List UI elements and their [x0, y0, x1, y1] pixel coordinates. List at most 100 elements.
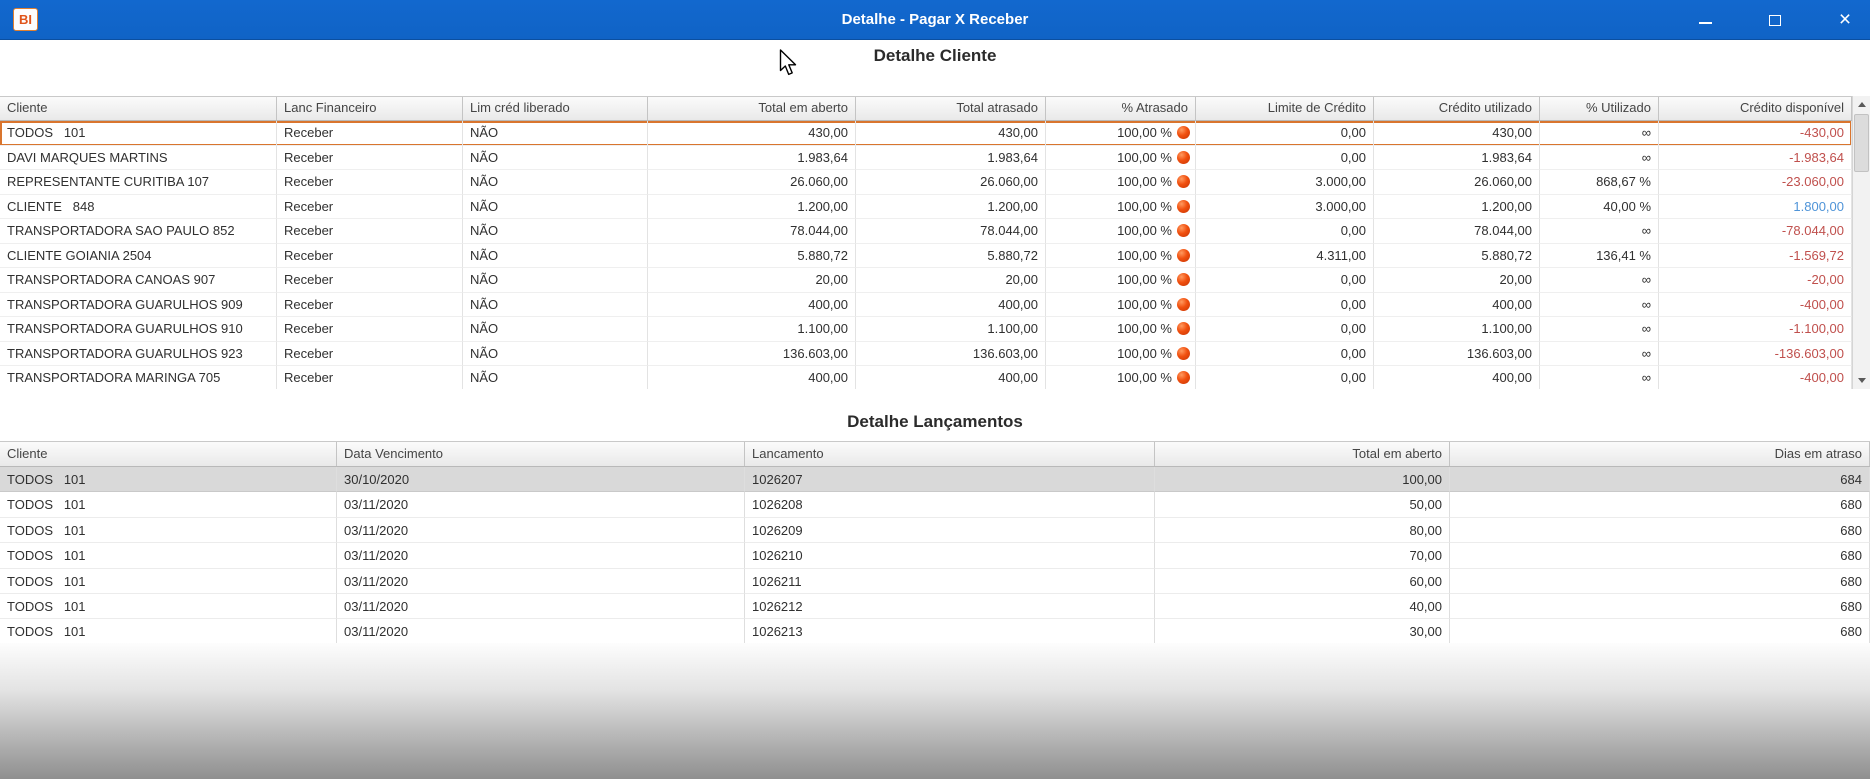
cliente-row[interactable]: TODOS 101 Receber NÃO 430,00 430,00 100,00 % 0… — [0, 121, 1852, 146]
column-header-lim-cred-liberado[interactable]: Lim créd liberado — [463, 97, 648, 120]
column-header-total-em-aberto[interactable]: Total em aberto — [1155, 442, 1450, 466]
cell-total-atrasado: 430,00 — [856, 121, 1046, 146]
cliente-row[interactable]: TRANSPORTADORA CANOAS 907 Receber NÃO 20,00… — [0, 268, 1852, 293]
column-header-pct-atrasado[interactable]: % Atrasado — [1046, 97, 1196, 120]
column-header-total-em-aberto[interactable]: Total em aberto — [648, 97, 856, 120]
cliente-row[interactable]: TRANSPORTADORA GUARULHOS 923 Receber NÃO 13… — [0, 341, 1852, 366]
cell-credito-disponivel: -400,00 — [1659, 292, 1852, 317]
cell-credito-utilizado: 1.983,64 — [1374, 145, 1540, 170]
cell-data-vencimento: 03/11/2020 — [337, 517, 745, 544]
cliente-row[interactable]: TRANSPORTADORA MARINGA 705 Receber NÃO 400,… — [0, 366, 1852, 389]
cell-cliente: TODOS 101 — [0, 619, 337, 645]
cell-pct-atrasado: 100,00 % — [1046, 366, 1196, 389]
cell-credito-utilizado: 78.044,00 — [1374, 219, 1540, 244]
column-header-credito-disponivel[interactable]: Crédito disponível — [1659, 97, 1852, 120]
cell-total-atrasado: 26.060,00 — [856, 170, 1046, 195]
scrollbar-thumb[interactable] — [1854, 114, 1869, 172]
atrasado-alert-icon — [1177, 322, 1190, 335]
cell-limite-credito: 0,00 — [1196, 366, 1374, 389]
cell-data-vencimento: 03/11/2020 — [337, 543, 745, 569]
cell-lim-cred-liberado: NÃO — [463, 145, 648, 170]
cell-lancamento: 1026213 — [745, 619, 1155, 645]
cell-lanc-financeiro: Receber — [277, 170, 463, 195]
cell-pct-utilizado: 868,67 % — [1540, 170, 1659, 195]
lancamento-row[interactable]: TODOS 101 03/11/2020 1026209 80,00 680 — [0, 517, 1870, 544]
cell-pct-utilizado: ∞ — [1540, 292, 1659, 317]
column-header-lancamento[interactable]: Lancamento — [745, 442, 1155, 466]
cell-pct-utilizado: 40,00 % — [1540, 194, 1659, 219]
scroll-down-button[interactable] — [1853, 372, 1870, 389]
close-button[interactable]: × — [1828, 0, 1862, 40]
cliente-table-header: Cliente Lanc Financeiro Lim créd liberado T… — [0, 96, 1852, 121]
lancamentos-table-header: Cliente Data Vencimento Lancamento Total em… — [0, 441, 1870, 467]
cell-credito-utilizado: 26.060,00 — [1374, 170, 1540, 195]
cell-limite-credito: 0,00 — [1196, 268, 1374, 293]
cell-lanc-financeiro: Receber — [277, 121, 463, 146]
cell-credito-disponivel: -430,00 — [1659, 121, 1852, 146]
cell-lim-cred-liberado: NÃO — [463, 170, 648, 195]
cell-pct-atrasado: 100,00 % — [1046, 268, 1196, 293]
scroll-up-button[interactable] — [1853, 96, 1870, 113]
cliente-section-title: Detalhe Cliente — [873, 46, 997, 65]
column-header-limite-credito[interactable]: Limite de Crédito — [1196, 97, 1374, 120]
column-header-cliente[interactable]: Cliente — [0, 97, 277, 120]
cell-lim-cred-liberado: NÃO — [463, 292, 648, 317]
cell-credito-utilizado: 430,00 — [1374, 121, 1540, 146]
cell-dias-em-atraso: 680 — [1450, 517, 1870, 544]
cell-lanc-financeiro: Receber — [277, 145, 463, 170]
cliente-row[interactable]: DAVI MARQUES MARTINS Receber NÃO 1.983,64 1.… — [0, 145, 1852, 170]
cell-total-atrasado: 5.880,72 — [856, 243, 1046, 268]
atrasado-alert-icon — [1177, 371, 1190, 384]
cell-total-em-aberto: 78.044,00 — [648, 219, 856, 244]
cell-lanc-financeiro: Receber — [277, 194, 463, 219]
atrasado-alert-icon — [1177, 199, 1190, 213]
cell-credito-disponivel: -1.100,00 — [1659, 317, 1852, 342]
cell-total-atrasado: 78.044,00 — [856, 219, 1046, 244]
cliente-row[interactable]: CLIENTE 848 Receber NÃO 1.200,00 1.200,00 100… — [0, 194, 1852, 219]
cliente-row[interactable]: REPRESENTANTE CURITIBA 107 Receber NÃO 26.0… — [0, 170, 1852, 195]
cliente-row[interactable]: TRANSPORTADORA GUARULHOS 909 Receber NÃO 40… — [0, 292, 1852, 317]
cliente-row[interactable]: TRANSPORTADORA SAO PAULO 852 Receber NÃO 78… — [0, 219, 1852, 244]
cell-total-em-aberto: 30,00 — [1155, 619, 1450, 645]
cell-lancamento: 1026212 — [745, 593, 1155, 620]
atrasado-alert-icon — [1177, 297, 1190, 311]
column-header-total-atrasado[interactable]: Total atrasado — [856, 97, 1046, 120]
lancamento-row[interactable]: TODOS 101 03/11/2020 1026208 50,00 680 — [0, 492, 1870, 518]
cell-lancamento: 1026211 — [745, 568, 1155, 594]
cliente-row[interactable]: TRANSPORTADORA GUARULHOS 910 Receber NÃO 1.… — [0, 317, 1852, 342]
cell-lancamento: 1026207 — [745, 467, 1155, 493]
cell-cliente: TODOS 101 — [0, 121, 277, 146]
lancamento-row[interactable]: TODOS 101 03/11/2020 1026210 70,00 680 — [0, 543, 1870, 569]
lancamento-row[interactable]: TODOS 101 03/11/2020 1026211 60,00 680 — [0, 568, 1870, 594]
lancamento-row[interactable]: TODOS 101 30/10/2020 1026207 100,00 684 — [0, 467, 1870, 493]
cell-lanc-financeiro: Receber — [277, 243, 463, 268]
column-header-cliente[interactable]: Cliente — [0, 442, 337, 466]
cell-cliente: TODOS 101 — [0, 492, 337, 518]
lancamento-row[interactable]: TODOS 101 03/11/2020 1026212 40,00 680 — [0, 593, 1870, 620]
cell-pct-utilizado: ∞ — [1540, 219, 1659, 244]
titlebar: BI Detalhe - Pagar X Receber × — [0, 0, 1870, 40]
cell-lim-cred-liberado: NÃO — [463, 341, 648, 366]
cell-credito-disponivel: -78.044,00 — [1659, 219, 1852, 244]
cell-total-atrasado: 1.200,00 — [856, 194, 1046, 219]
minimize-button[interactable] — [1688, 0, 1722, 40]
atrasado-alert-icon — [1177, 273, 1190, 286]
cell-total-em-aberto: 50,00 — [1155, 492, 1450, 518]
column-header-lanc-financeiro[interactable]: Lanc Financeiro — [277, 97, 463, 120]
cell-pct-atrasado: 100,00 % — [1046, 194, 1196, 219]
cell-pct-atrasado: 100,00 % — [1046, 292, 1196, 317]
cell-lanc-financeiro: Receber — [277, 219, 463, 244]
cliente-table-scrollbar[interactable] — [1852, 96, 1870, 389]
column-header-pct-utilizado[interactable]: % Utilizado — [1540, 97, 1659, 120]
cell-credito-disponivel: -1.983,64 — [1659, 145, 1852, 170]
cell-pct-atrasado: 100,00 % — [1046, 317, 1196, 342]
maximize-button[interactable] — [1758, 0, 1792, 40]
column-header-credito-utilizado[interactable]: Crédito utilizado — [1374, 97, 1540, 120]
column-header-dias-em-atraso[interactable]: Dias em atraso — [1450, 442, 1870, 466]
column-header-data-vencimento[interactable]: Data Vencimento — [337, 442, 745, 466]
app-window: BI Detalhe - Pagar X Receber × Detalhe C… — [0, 0, 1870, 779]
cliente-row[interactable]: CLIENTE GOIANIA 2504 Receber NÃO 5.880,72 5.… — [0, 243, 1852, 268]
atrasado-alert-icon — [1177, 248, 1190, 262]
cell-lanc-financeiro: Receber — [277, 341, 463, 366]
lancamento-row[interactable]: TODOS 101 03/11/2020 1026213 30,00 680 — [0, 619, 1870, 645]
